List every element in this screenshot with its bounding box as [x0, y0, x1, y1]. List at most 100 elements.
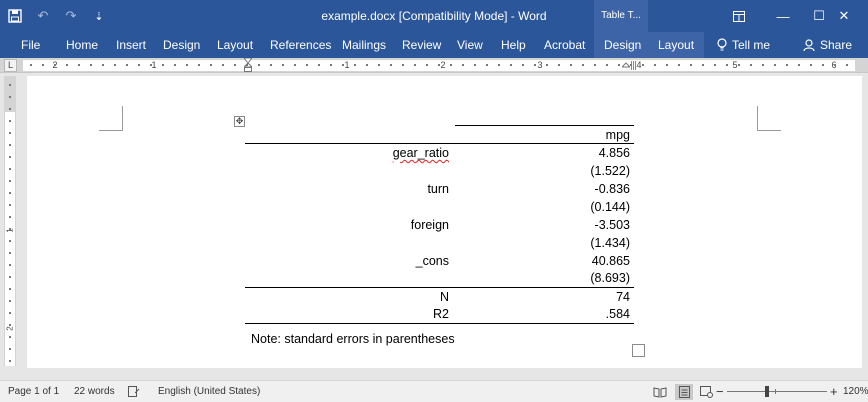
ruler-tick	[9, 120, 11, 122]
ruler-tick	[618, 64, 620, 66]
ruler-number: 1	[5, 228, 15, 233]
tab-acrobat[interactable]: Acrobat	[544, 32, 585, 58]
ruler-tick	[582, 64, 584, 66]
tab-home[interactable]: Home	[66, 32, 98, 58]
ruler-tick	[30, 64, 32, 66]
table-header-row: mpg	[245, 125, 634, 144]
tell-me-label: Tell me	[732, 38, 771, 52]
ruler-tick	[546, 64, 548, 66]
zoom-level[interactable]: 120%	[843, 381, 868, 402]
table-row-label	[245, 270, 455, 288]
vertical-ruler[interactable]: 1 2	[4, 76, 16, 366]
table-row-label: _cons	[415, 253, 449, 268]
ruler-tick	[9, 264, 11, 266]
ruler-tick	[9, 180, 11, 182]
regression-table[interactable]: mpg gear_ratio 4.856 (1.522) turn -0.836…	[245, 125, 634, 324]
tab-selector[interactable]: L	[4, 59, 17, 72]
table-row: _cons 40.865	[245, 252, 634, 270]
ruler-tick	[138, 64, 140, 66]
ruler-tick	[786, 64, 788, 66]
web-layout-icon[interactable]	[697, 384, 715, 400]
tab-insert[interactable]: Insert	[116, 32, 146, 58]
ruler-tick	[9, 156, 11, 158]
tab-references[interactable]: References	[270, 32, 331, 58]
ruler-tick	[270, 64, 272, 66]
lightbulb-icon	[717, 38, 727, 51]
ruler-tick	[9, 240, 11, 242]
tab-layout[interactable]: Layout	[217, 32, 253, 58]
ruler-tick	[210, 64, 212, 66]
table-row-value: (8.693)	[590, 271, 630, 286]
ruler-number: 1	[151, 60, 157, 70]
table-row: (0.144)	[245, 198, 634, 216]
word-count[interactable]: 22 words	[74, 381, 115, 402]
proofing-icon[interactable]	[128, 381, 140, 402]
zoom-out-button[interactable]: −	[716, 381, 724, 402]
table-row-label	[245, 198, 455, 216]
ruler-tick	[342, 64, 344, 66]
horizontal-ruler[interactable]: L 2 1 1 2 3 4 5 6	[0, 58, 868, 73]
table-row-value: 40.865	[591, 253, 630, 268]
ruler-tick	[9, 84, 11, 86]
zoom-slider[interactable]	[727, 391, 827, 392]
close-icon[interactable]: ✕	[822, 0, 866, 32]
ruler-tick	[666, 64, 668, 66]
ribbon-display-options-icon[interactable]	[717, 0, 761, 32]
zoom-slider-thumb[interactable]	[765, 386, 769, 397]
table-row: foreign -3.503	[245, 216, 634, 234]
ruler-tick	[78, 64, 80, 66]
table-note: Note: standard errors in parentheses	[251, 332, 455, 346]
ruler-tick	[9, 360, 11, 362]
ruler-tick	[402, 64, 404, 66]
read-mode-icon[interactable]	[651, 384, 669, 400]
redo-icon[interactable]: ↷	[62, 7, 80, 25]
tab-design[interactable]: Design	[163, 32, 200, 58]
ruler-number: 1	[344, 60, 350, 70]
tab-table-design[interactable]: Design	[594, 32, 652, 58]
save-icon[interactable]	[6, 7, 24, 25]
table-cell	[245, 125, 455, 144]
status-bar: Page 1 of 1 22 words English (United Sta…	[0, 380, 868, 402]
undo-icon[interactable]: ↶	[34, 7, 52, 25]
ruler-tick	[9, 96, 11, 98]
customize-qat-icon[interactable]: ⇣	[90, 7, 108, 25]
ruler-tick	[822, 64, 824, 66]
table-row-value: -3.503	[594, 217, 630, 232]
ruler-tick	[642, 64, 644, 66]
language-indicator[interactable]: English (United States)	[158, 381, 260, 402]
spellcheck-word[interactable]: gear_ratio	[393, 146, 449, 160]
person-icon	[803, 38, 815, 51]
ruler-tick	[750, 64, 752, 66]
tab-mailings[interactable]: Mailings	[342, 32, 386, 58]
ruler-number: 2	[440, 60, 446, 70]
table-move-handle-icon[interactable]: ✥	[234, 116, 245, 127]
share-button[interactable]: Share	[803, 32, 852, 58]
tab-review[interactable]: Review	[402, 32, 441, 58]
tab-file[interactable]: File	[21, 32, 40, 58]
tab-table-layout[interactable]: Layout	[648, 32, 705, 58]
ruler-tick	[726, 64, 728, 66]
ruler-tick	[9, 336, 11, 338]
tab-help[interactable]: Help	[501, 32, 526, 58]
tab-view[interactable]: View	[457, 32, 483, 58]
print-layout-icon[interactable]	[675, 384, 693, 400]
table-resize-handle[interactable]	[632, 344, 645, 357]
ruler-tick	[762, 64, 764, 66]
ruler-tick	[798, 64, 800, 66]
ruler-tick	[702, 64, 704, 66]
share-label: Share	[820, 38, 853, 52]
document-page[interactable]: ✥ mpg gear_ratio 4.856 (1.522) turn -0.8…	[27, 76, 862, 368]
table-row-label	[245, 234, 455, 252]
tell-me-search[interactable]: Tell me	[717, 32, 770, 58]
ruler-tick	[102, 64, 104, 66]
quick-access-toolbar: ↶ ↷ ⇣	[6, 0, 108, 32]
ruler-tick	[294, 64, 296, 66]
page-count[interactable]: Page 1 of 1	[8, 381, 59, 402]
ruler-tick	[9, 252, 11, 254]
column-marker[interactable]	[622, 58, 630, 73]
ruler-tick	[678, 64, 680, 66]
zoom-in-button[interactable]: +	[830, 381, 838, 402]
ruler-tick	[9, 144, 11, 146]
table-row-value: 4.856	[598, 145, 630, 160]
ruler-tick	[126, 64, 128, 66]
